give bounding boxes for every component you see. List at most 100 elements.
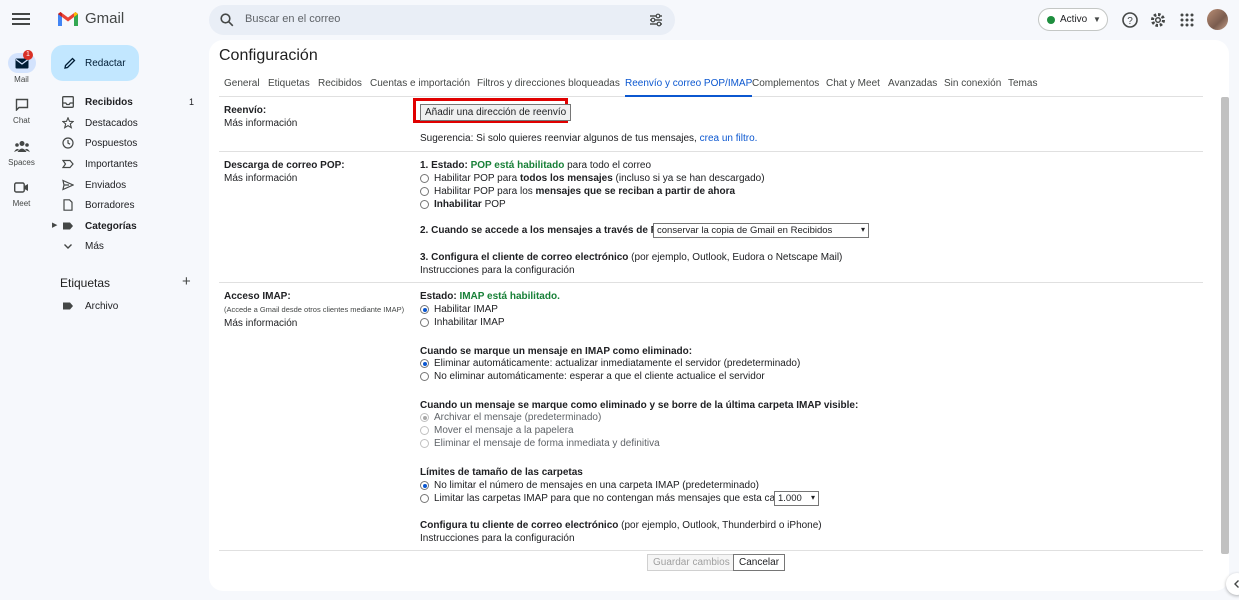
rail-spaces[interactable]: Spaces [0,136,43,167]
nav-item-inbox[interactable]: Recibidos 1 [50,92,200,113]
nav-item-drafts[interactable]: Borradores [50,195,200,216]
pop-label: Descarga de correo POP: [224,160,345,171]
clock-icon [62,137,74,149]
nav-item-starred[interactable]: Destacados [50,113,200,134]
main-menu-button[interactable] [12,11,30,27]
chevron-left-icon [1234,580,1239,588]
gmail-logo[interactable]: Gmail [57,10,124,27]
rail-spaces-label: Spaces [8,158,35,167]
rail-mail[interactable]: Mail [0,53,43,84]
pop-all-radio[interactable] [420,174,429,183]
nav-label-important: Importantes [85,159,138,170]
move-to-trash-radio[interactable] [420,426,429,435]
pop-option-disable: Inhabilitar POP [434,199,506,210]
status-dropdown[interactable]: Activo ▼ [1038,8,1108,31]
no-limit-radio[interactable] [420,481,429,490]
pop-from-now-radio[interactable] [420,187,429,196]
nav-item-more[interactable]: Más [50,236,200,257]
search-bar[interactable]: Buscar en el correo [209,5,675,35]
status-label: Activo [1060,14,1088,25]
rail-chat[interactable]: Chat [0,94,43,125]
delete-forever-label: Eliminar el mensaje de forma inmediata y… [434,438,660,449]
limit-folders-label: Limitar las carpetas IMAP para que no co… [434,493,803,504]
pop-access-select[interactable]: conservar la copia de Gmail en Recibidos… [653,223,869,238]
spaces-icon [8,136,36,156]
forwarding-more-info-link[interactable]: Más información [224,118,297,129]
add-label-icon[interactable]: + [182,273,191,290]
auto-expunge-on-radio[interactable] [420,359,429,368]
tab-general[interactable]: General [224,78,260,95]
pop-config: 3. Configura el cliente de correo electr… [420,252,842,263]
search-input[interactable]: Buscar en el correo [245,13,340,25]
gear-icon[interactable] [1149,11,1167,29]
pop-option-all: Habilitar POP para todos los mensajes (i… [434,173,765,184]
imap-disable-radio[interactable] [420,318,429,327]
rail-meet[interactable]: Meet [0,177,43,208]
help-icon[interactable]: ? [1121,11,1139,29]
label-archivo-text: Archivo [85,301,119,312]
nav-item-categories[interactable]: ▶ Categorías [50,216,200,237]
pop-option-from-now: Habilitar POP para los mensajes que se r… [434,186,735,197]
send-icon [62,179,74,191]
mail-badge: 1 [23,50,33,60]
forwarding-tip-text: Sugerencia: Si solo quieres reenviar alg… [420,133,697,144]
star-icon [62,117,74,129]
imap-more-info-link[interactable]: Más información [224,318,297,329]
tab-forwarding-pop-imap[interactable]: Reenvío y correo POP/IMAP [625,78,753,97]
forwarding-label: Reenvío: [224,105,267,116]
select-arrow-icon: ▾ [810,493,815,502]
caret-down-icon: ▼ [1093,15,1101,24]
side-panel-toggle[interactable] [1226,573,1239,595]
pop-disable-radio[interactable] [420,200,429,209]
imap-disable-label: Inhabilitar IMAP [434,317,505,328]
add-forwarding-address-button[interactable]: Añadir una dirección de reenvío [420,104,572,121]
tab-filters[interactable]: Filtros y direcciones bloqueadas [477,78,620,95]
save-changes-button[interactable]: Guardar cambios [647,554,736,571]
archive-message-label: Archivar el mensaje (predeterminado) [434,412,602,423]
create-filter-link[interactable]: crea un filtro. [700,133,758,144]
video-camera-icon [8,177,36,197]
imap-status-value: IMAP está habilitado. [459,291,560,302]
avatar[interactable] [1207,9,1228,30]
compose-button[interactable]: Redactar [51,45,139,81]
tab-offline[interactable]: Sin conexión [944,78,1001,95]
tab-chat-meet[interactable]: Chat y Meet [826,78,880,95]
imap-enable-label: Habilitar IMAP [434,304,498,315]
nav-label-inbox: Recibidos [85,97,133,108]
pop-status-suffix: para todo el correo [567,160,652,171]
auto-expunge-off-radio[interactable] [420,372,429,381]
tab-inbox[interactable]: Recibidos [318,78,362,95]
pop-status-value: POP está habilitado [470,160,565,171]
tab-themes[interactable]: Temas [1008,78,1037,95]
apps-grid-icon[interactable] [1178,11,1196,29]
imap-enable-radio[interactable] [420,305,429,314]
cancel-button[interactable]: Cancelar [733,554,786,571]
pop-status-prefix: 1. Estado: [420,160,468,171]
folder-limit-select[interactable]: 1.000 ▾ [774,491,819,506]
pop-more-info-link[interactable]: Más información [224,173,297,184]
tab-addons[interactable]: Complementos [752,78,819,95]
expand-arrow-icon[interactable]: ▶ [52,221,57,229]
limit-folders-radio[interactable] [420,494,429,503]
scrollbar[interactable] [1221,97,1229,554]
imap-config-rest: (por ejemplo, Outlook, Thunderbird o iPh… [621,520,822,531]
imap-instructions-link[interactable]: Instrucciones para la configuración [420,533,575,544]
imap-status-prefix: Estado: [420,291,457,302]
nav-item-important[interactable]: Importantes [50,154,200,175]
nav-label-snoozed: Pospuestos [85,138,138,149]
archive-message-radio[interactable] [420,413,429,422]
nav-item-snoozed[interactable]: Pospuestos [50,133,200,154]
nav-item-sent[interactable]: Enviados [50,175,200,196]
imap-status: Estado: IMAP está habilitado. [420,291,560,302]
tab-accounts[interactable]: Cuentas e importación [370,78,470,95]
gmail-logo-icon [58,12,78,26]
nav-label-more: Más [85,241,104,252]
pop-opt1-pre: Habilitar POP para los [434,186,536,197]
pop-instructions-link[interactable]: Instrucciones para la configuración [420,265,575,276]
tab-advanced[interactable]: Avanzadas [888,78,937,95]
label-item-archivo[interactable]: Archivo [50,296,200,317]
search-options-icon[interactable] [649,13,663,27]
tab-labels[interactable]: Etiquetas [268,78,310,95]
delete-forever-radio[interactable] [420,439,429,448]
pop-config-bold: 3. Configura el cliente de correo electr… [420,252,629,263]
